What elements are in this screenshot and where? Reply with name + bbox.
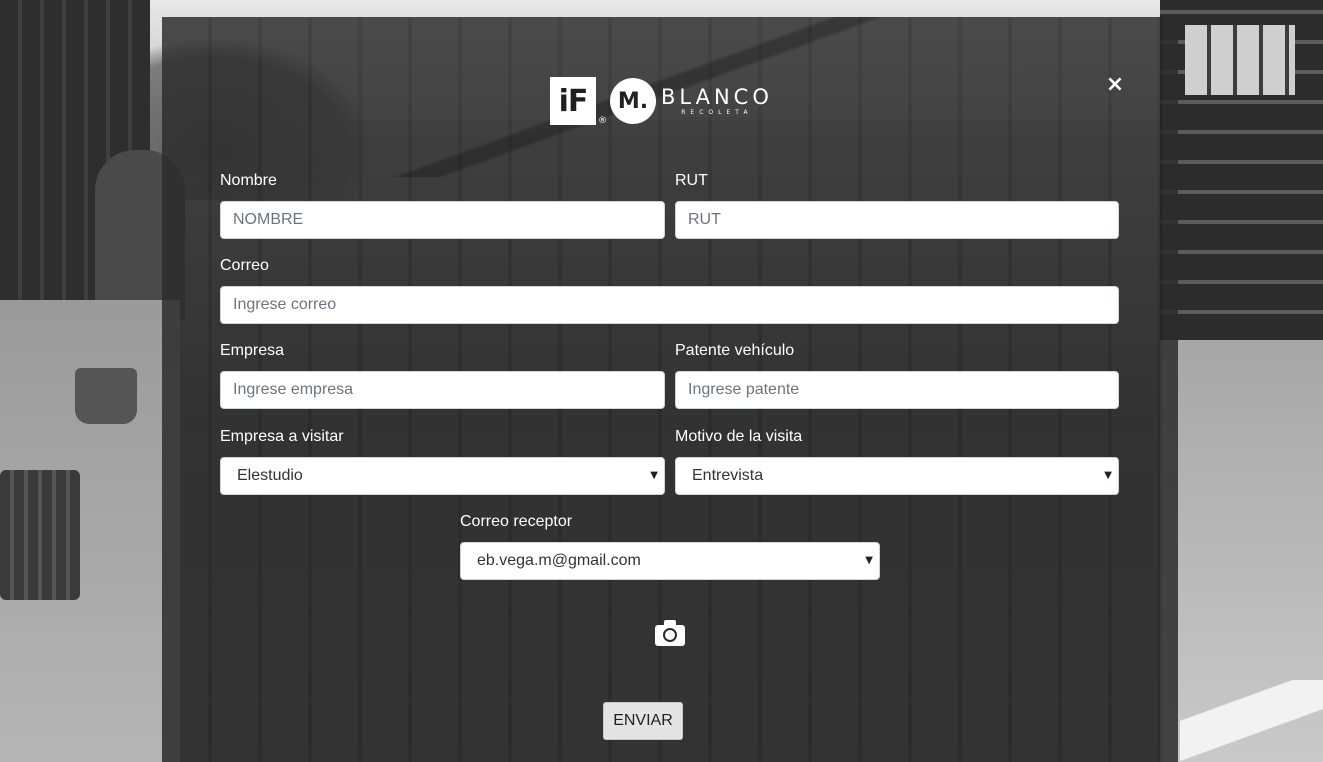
correo-group: Correo bbox=[220, 257, 1119, 324]
logo-subtitle: RECOLETA bbox=[681, 109, 753, 116]
empresa-visitar-group: Empresa a visitar Elestudio ▼ bbox=[220, 428, 665, 495]
logo-if-mark: iF bbox=[550, 77, 596, 125]
camera-icon[interactable] bbox=[654, 619, 686, 647]
windows-right bbox=[1185, 25, 1295, 95]
motivo-label: Motivo de la visita bbox=[675, 428, 803, 445]
patente-group: Patente vehículo bbox=[675, 342, 1119, 409]
motivo-value: Entrevista bbox=[692, 467, 764, 484]
motivo-group: Motivo de la visita Entrevista ▼ bbox=[675, 428, 1119, 495]
pathway bbox=[1180, 680, 1323, 762]
correo-receptor-value: eb.vega.m@gmail.com bbox=[477, 552, 641, 569]
rut-group: RUT bbox=[675, 172, 1119, 239]
close-icon[interactable]: × bbox=[1105, 74, 1125, 96]
chevron-down-icon: ▼ bbox=[1104, 470, 1112, 481]
correo-label: Correo bbox=[220, 257, 269, 274]
motivo-select[interactable]: Entrevista ▼ bbox=[675, 457, 1119, 495]
visitor-form-modal: × iF ® M. BLANCO RECOLETA Nombre RUT Cor… bbox=[162, 17, 1178, 762]
logo-m-mark: M. bbox=[610, 78, 656, 124]
rut-input[interactable] bbox=[675, 201, 1119, 239]
empresa-input[interactable] bbox=[220, 371, 665, 409]
logo-wordmark: BLANCO RECOLETA bbox=[661, 86, 773, 116]
patente-label: Patente vehículo bbox=[675, 342, 795, 359]
correo-receptor-select[interactable]: eb.vega.m@gmail.com ▼ bbox=[460, 542, 880, 580]
chevron-down-icon: ▼ bbox=[865, 555, 873, 566]
nombre-label: Nombre bbox=[220, 172, 277, 189]
logo-name: BLANCO bbox=[661, 85, 773, 109]
rut-label: RUT bbox=[675, 172, 708, 189]
empresa-group: Empresa bbox=[220, 342, 665, 409]
empresa-visitar-value: Elestudio bbox=[237, 467, 303, 484]
nombre-group: Nombre bbox=[220, 172, 665, 239]
chevron-down-icon: ▼ bbox=[650, 470, 658, 481]
correo-receptor-label: Correo receptor bbox=[460, 513, 573, 530]
plant-pot bbox=[75, 368, 137, 424]
nombre-input[interactable] bbox=[220, 201, 665, 239]
patente-input[interactable] bbox=[675, 371, 1119, 409]
barrel bbox=[0, 470, 80, 600]
empresa-visitar-label: Empresa a visitar bbox=[220, 428, 344, 445]
logo-registered-mark: ® bbox=[598, 116, 607, 126]
empresa-visitar-select[interactable]: Elestudio ▼ bbox=[220, 457, 665, 495]
correo-receptor-group: Correo receptor eb.vega.m@gmail.com ▼ bbox=[460, 513, 880, 580]
empresa-label: Empresa bbox=[220, 342, 285, 359]
brand-logo: iF ® M. BLANCO RECOLETA bbox=[550, 76, 773, 126]
submit-button[interactable]: ENVIAR bbox=[603, 702, 683, 740]
correo-input[interactable] bbox=[220, 286, 1119, 324]
